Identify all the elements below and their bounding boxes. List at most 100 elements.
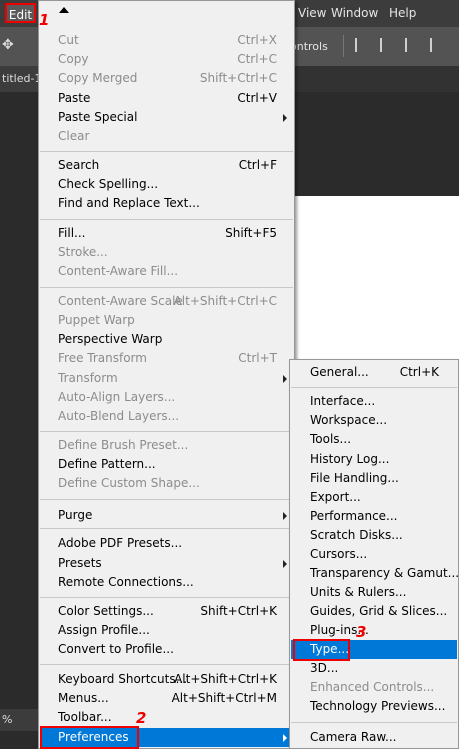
edit-menu-item-perspective-warp[interactable]: Perspective Warp: [40, 330, 293, 349]
edit-menu-item-transform: Transform: [40, 369, 293, 388]
menu-item-label: Camera Raw...: [310, 730, 397, 744]
preferences-menu-item-file-handling[interactable]: File Handling...: [291, 469, 457, 488]
menu-separator: [40, 664, 293, 665]
preferences-menu-item-transparency-gamut[interactable]: Transparency & Gamut...: [291, 564, 459, 583]
menu-item-shortcut: Ctrl+C: [237, 52, 277, 66]
align-left-icon[interactable]: [355, 38, 369, 52]
menu-item-shortcut: Ctrl+V: [237, 91, 277, 105]
preferences-menu-item-export[interactable]: Export...: [291, 488, 457, 507]
submenu-arrow-icon: [283, 512, 287, 520]
menu-item-label: Copy Merged: [58, 71, 138, 85]
preferences-menu-item-camera-raw[interactable]: Camera Raw...: [291, 728, 457, 747]
move-tool-icon[interactable]: ✥: [2, 37, 14, 53]
scroll-up-arrow-icon[interactable]: [59, 7, 69, 13]
edit-menu-item-keyboard-shortcuts[interactable]: Keyboard Shortcuts... Alt+Shift+Ctrl+K: [40, 670, 293, 689]
menu-item-label: Cut: [58, 33, 79, 47]
menu-item-label: Free Transform: [58, 351, 147, 365]
preferences-menu-item-technology-previews[interactable]: Technology Previews...: [291, 697, 457, 716]
menu-item-label: Define Custom Shape...: [58, 476, 200, 490]
edit-menu-item-puppet-warp: Puppet Warp: [40, 311, 293, 330]
preferences-menu-item-enhanced-controls: Enhanced Controls...: [291, 678, 457, 697]
menu-item-label: Define Pattern...: [58, 457, 156, 471]
menu-item-label: Find and Replace Text...: [58, 196, 200, 210]
edit-menu-item-toolbar[interactable]: Toolbar...: [40, 708, 293, 727]
preferences-menu-item-tools[interactable]: Tools...: [291, 430, 457, 449]
edit-menu-item-paste-special[interactable]: Paste Special: [40, 108, 293, 127]
edit-menu-item-convert-to-profile[interactable]: Convert to Profile...: [40, 640, 293, 659]
document-tab[interactable]: titled-1: [0, 66, 42, 92]
zoom-status: %: [0, 709, 40, 731]
menu-item-label: Keyboard Shortcuts...: [58, 672, 188, 686]
edit-menu-item-content-aware-scale: Content-Aware Scale Alt+Shift+Ctrl+C: [40, 292, 293, 311]
menu-item-shortcut: Ctrl+X: [237, 33, 277, 47]
align-right-icon[interactable]: [405, 38, 419, 52]
menu-edit[interactable]: Edit: [5, 3, 36, 23]
align-center-icon[interactable]: [380, 38, 394, 52]
edit-menu-item-define-pattern[interactable]: Define Pattern...: [40, 455, 293, 474]
menu-item-label: Paste Special: [58, 110, 138, 124]
menu-item-label: Color Settings...: [58, 604, 154, 618]
menu-separator: [291, 722, 457, 723]
show-transform-controls-label[interactable]: ontrols: [290, 40, 328, 53]
preferences-submenu: General... Ctrl+K Interface... Workspace...…: [289, 359, 459, 749]
edit-menu-item-copy: Copy Ctrl+C: [40, 50, 293, 69]
menu-item-shortcut: Alt+Shift+Ctrl+M: [171, 691, 277, 705]
menu-item-label: Auto-Blend Layers...: [58, 409, 180, 423]
menu-separator: [291, 387, 457, 388]
edit-menu-item-color-settings[interactable]: Color Settings... Shift+Ctrl+K: [40, 602, 293, 621]
document-canvas[interactable]: [294, 196, 459, 366]
menu-item-label: Content-Aware Scale: [58, 294, 183, 308]
menu-item-shortcut: Shift+Ctrl+K: [200, 604, 277, 618]
preferences-menu-item-history-log[interactable]: History Log...: [291, 450, 457, 469]
menu-view[interactable]: View: [298, 6, 326, 20]
align-top-icon[interactable]: [430, 38, 444, 52]
edit-menu-item-presets[interactable]: Presets: [40, 554, 293, 573]
edit-menu-item-purge[interactable]: Purge: [40, 506, 293, 525]
edit-menu-item-auto-blend-layers: Auto-Blend Layers...: [40, 407, 293, 426]
menu-item-label: Menus...: [58, 691, 109, 705]
edit-menu-item-paste[interactable]: Paste Ctrl+V: [40, 89, 293, 108]
menu-item-label: General...: [310, 365, 369, 379]
menu-separator: [40, 431, 293, 432]
menu-item-label: History Log...: [310, 452, 390, 466]
menu-item-label: Presets: [58, 556, 102, 570]
menu-item-shortcut: Ctrl+F: [238, 158, 277, 172]
edit-menu-item-clear: Clear: [40, 127, 293, 146]
edit-menu-item-cut: Cut Ctrl+X: [40, 31, 293, 50]
annotation-box-preferences: [40, 726, 139, 749]
menu-separator: [40, 597, 293, 598]
menu-item-label: Copy: [58, 52, 89, 66]
menu-item-shortcut: Alt+Shift+Ctrl+K: [174, 672, 277, 686]
preferences-menu-item-performance[interactable]: Performance...: [291, 507, 457, 526]
preferences-menu-item-interface[interactable]: Interface...: [291, 392, 457, 411]
preferences-menu-item-plug-ins[interactable]: Plug-ins...: [291, 621, 457, 640]
preferences-menu-item-scratch-disks[interactable]: Scratch Disks...: [291, 526, 457, 545]
preferences-menu-item-3d[interactable]: 3D...: [291, 659, 457, 678]
menu-item-label: Export...: [310, 490, 361, 504]
menu-item-shortcut: Shift+F5: [225, 226, 277, 240]
preferences-menu-item-cursors[interactable]: Cursors...: [291, 545, 457, 564]
menu-item-label: Assign Profile...: [58, 623, 150, 637]
menu-help[interactable]: Help: [389, 6, 416, 20]
edit-menu-item-find-and-replace-text[interactable]: Find and Replace Text...: [40, 194, 293, 213]
edit-menu-item-auto-align-layers: Auto-Align Layers...: [40, 388, 293, 407]
menu-item-label: Technology Previews...: [310, 699, 446, 713]
menu-item-label: Convert to Profile...: [58, 642, 174, 656]
annotation-number-1: 1: [39, 11, 50, 29]
preferences-menu-item-units-rulers[interactable]: Units & Rulers...: [291, 583, 457, 602]
menu-window[interactable]: Window: [331, 6, 378, 20]
edit-menu-item-assign-profile[interactable]: Assign Profile...: [40, 621, 293, 640]
edit-menu-item-adobe-pdf-presets[interactable]: Adobe PDF Presets...: [40, 534, 293, 553]
edit-menu-item-menus[interactable]: Menus... Alt+Shift+Ctrl+M: [40, 689, 293, 708]
edit-menu-item-remote-connections[interactable]: Remote Connections...: [40, 573, 293, 592]
preferences-menu-item-guides-grid-slices[interactable]: Guides, Grid & Slices...: [291, 602, 457, 621]
edit-menu-item-search[interactable]: Search Ctrl+F: [40, 156, 293, 175]
menu-item-label: Puppet Warp: [58, 313, 135, 327]
submenu-arrow-icon: [283, 734, 287, 742]
preferences-menu-item-general[interactable]: General... Ctrl+K: [291, 363, 457, 382]
edit-menu-item-fill[interactable]: Fill... Shift+F5: [40, 224, 293, 243]
menu-item-label: Perspective Warp: [58, 332, 163, 346]
menu-item-label: 3D...: [310, 661, 339, 675]
edit-menu-item-check-spelling[interactable]: Check Spelling...: [40, 175, 293, 194]
preferences-menu-item-workspace[interactable]: Workspace...: [291, 411, 457, 430]
